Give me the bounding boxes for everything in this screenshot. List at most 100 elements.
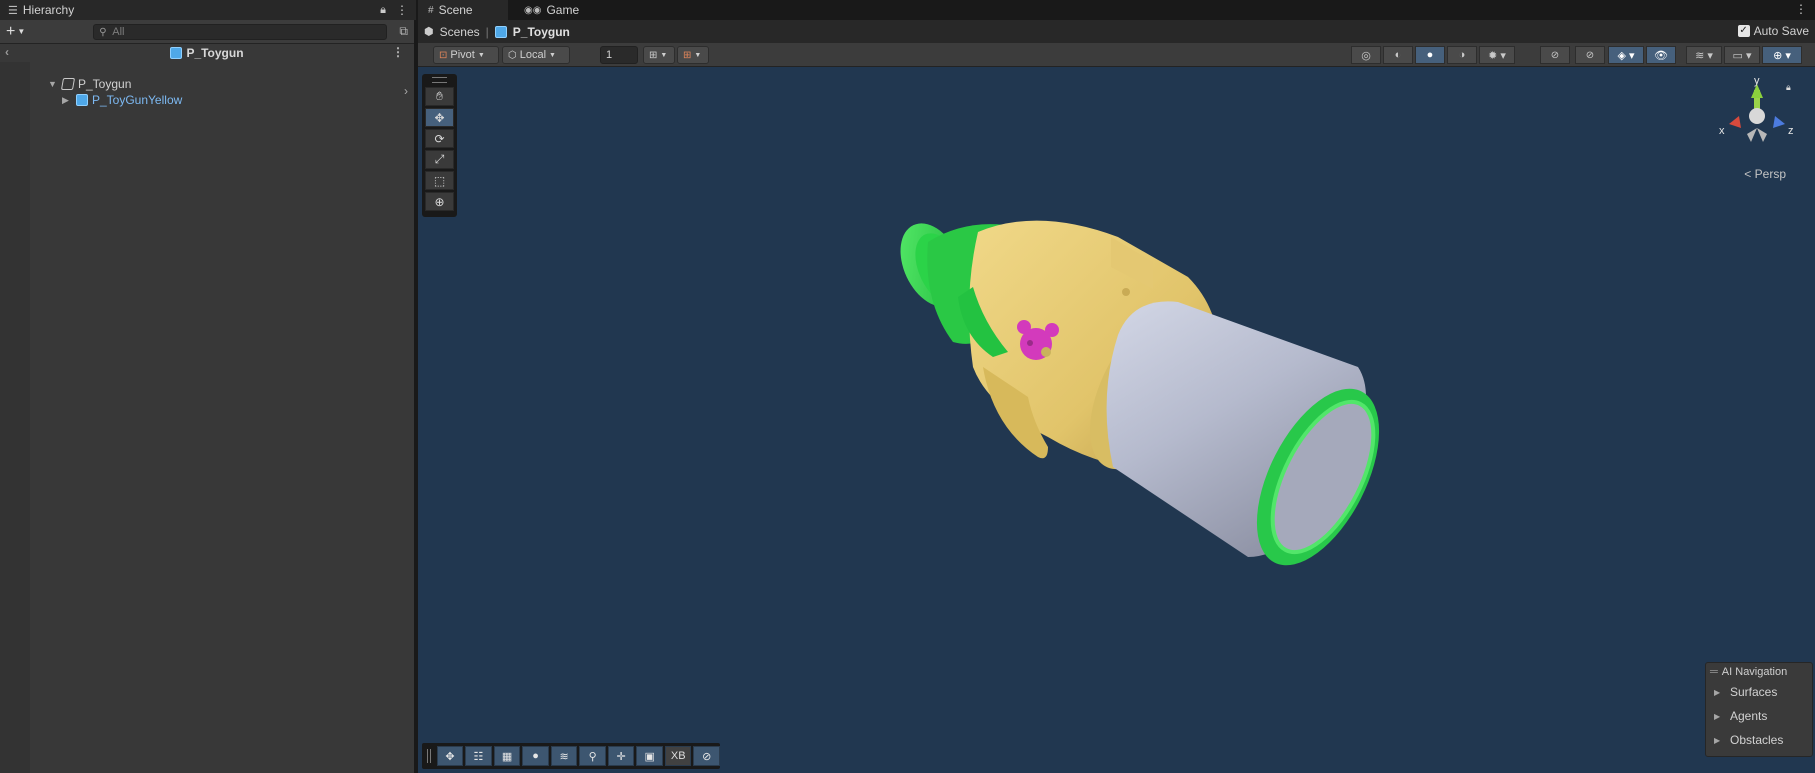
- nub-dot: [1122, 288, 1130, 296]
- grid-icon: ▦: [501, 750, 513, 763]
- grid-size-input[interactable]: 1: [600, 46, 638, 64]
- ai-nav-item-surfaces[interactable]: ▶ Surfaces: [1706, 680, 1812, 704]
- add-button[interactable]: + ▼: [6, 23, 25, 41]
- toolbar-grip[interactable]: [427, 749, 431, 763]
- xb-overlay-button[interactable]: XB: [664, 746, 692, 766]
- scale-tool[interactable]: ⤢: [425, 150, 454, 169]
- pivot-overlay-button[interactable]: ✛: [607, 746, 635, 766]
- expand-arrow-icon[interactable]: ▶: [1714, 688, 1724, 697]
- chevron-right-icon[interactable]: ›: [404, 84, 408, 98]
- move-icon: ✥: [434, 110, 445, 125]
- more-icon[interactable]: ⋮: [392, 45, 404, 59]
- expand-arrow-icon[interactable]: ▶: [1714, 736, 1724, 745]
- wireframe-shading-button[interactable]: ◎: [1351, 46, 1381, 64]
- transform-tool[interactable]: ⊕: [425, 192, 454, 211]
- ai-nav-item-agents[interactable]: ▶ Agents: [1706, 704, 1812, 728]
- sphere-overlay-button[interactable]: ●: [522, 746, 549, 766]
- back-icon[interactable]: ‹: [5, 45, 9, 59]
- unlit-button[interactable]: ◑: [1447, 46, 1477, 64]
- effects-dropdown[interactable]: ◈ ▾: [1608, 46, 1644, 64]
- space-label: Local: [519, 49, 547, 61]
- audio-toggle-button[interactable]: ⊘: [1575, 46, 1605, 64]
- grid-snap-dropdown[interactable]: ⊞ ▼: [643, 46, 675, 64]
- increment-snap-dropdown[interactable]: ⊞ ▼: [677, 46, 709, 64]
- more-icon[interactable]: ⋮: [396, 3, 408, 17]
- lock-icon[interactable]: 🔒︎: [380, 4, 386, 17]
- crosshair-icon: ✛: [616, 750, 626, 763]
- hand-tool[interactable]: ✋︎: [425, 87, 454, 106]
- ai-navigation-header[interactable]: ═ AI Navigation: [1706, 663, 1812, 680]
- rotate-tool[interactable]: ⟳: [425, 129, 454, 148]
- checkbox-icon[interactable]: ✓: [1737, 25, 1750, 37]
- ai-nav-item-obstacles[interactable]: ▶ Obstacles: [1706, 728, 1812, 752]
- pivot-icon: ⊡: [439, 49, 448, 61]
- unlit-icon: ◑: [1458, 49, 1466, 61]
- xb-label: XB: [670, 750, 686, 762]
- scenes-icon: ⬢: [424, 26, 434, 38]
- settings-overlay-button[interactable]: ☷: [465, 746, 492, 766]
- tab-hierarchy-label: Hierarchy: [22, 3, 75, 17]
- tab-hierarchy[interactable]: ☰ Hierarchy: [0, 0, 416, 20]
- search-field[interactable]: ⚲: [93, 23, 388, 40]
- rect-icon: ⬚: [433, 173, 446, 188]
- move-overlay-button[interactable]: ✥: [436, 746, 464, 766]
- layers-icon: ≋: [559, 750, 569, 763]
- palette-grip[interactable]: [432, 77, 447, 83]
- chevron-down-icon: ▼: [549, 51, 556, 59]
- grid-overlay-button[interactable]: ▦: [493, 746, 521, 766]
- shaded-wireframe-button[interactable]: ◐: [1383, 46, 1413, 64]
- shaded-button[interactable]: ●: [1415, 46, 1445, 64]
- breadcrumb-separator: |: [485, 24, 489, 39]
- scene-tabbar: # Scene ◉◉ Game ⋮: [418, 0, 1815, 20]
- tab-scene-label: Scene: [438, 3, 473, 17]
- rect-tool[interactable]: ⬚: [425, 171, 454, 190]
- projection-label: Persp: [1754, 167, 1786, 181]
- scene-toolbar: ⊡ Pivot ▼ ⬡ Local ▼ 1 ⊞ ▼ ⊞ ▼ ◎ ◐ ● ◑ ✹ …: [418, 43, 1815, 67]
- hierarchy-toolbar: + ▼ ⚲ ⧉: [0, 20, 414, 44]
- camera-overlay-button[interactable]: ▣: [636, 746, 663, 766]
- 2d-toggle-button[interactable]: ⊘: [1540, 46, 1570, 64]
- tab-scene[interactable]: # Scene: [418, 0, 508, 20]
- prefab-icon: [76, 94, 88, 106]
- space-dropdown[interactable]: ⬡ Local ▼: [502, 46, 570, 64]
- local-space-icon: ⬡: [508, 49, 517, 61]
- ai-nav-item-label: Surfaces: [1730, 685, 1778, 699]
- gameobject-icon: [60, 78, 76, 90]
- more-icon[interactable]: ⋮: [1795, 2, 1807, 16]
- projection-toggle[interactable]: < Persp: [1744, 167, 1786, 181]
- tab-game[interactable]: ◉◉ Game: [514, 0, 589, 20]
- prefab-icon: [170, 47, 183, 59]
- layers-icon: ≋ ▾: [1695, 49, 1713, 62]
- gizmos-dropdown[interactable]: ⊕ ▾: [1762, 46, 1802, 64]
- scale-icon: ⤢: [434, 152, 445, 166]
- scene-viewport[interactable]: ✋︎ ✥ ⟳ ⤢ ⬚ ⊕ y x z 🔒︎ < Persp ═ AI Navig…: [418, 67, 1815, 773]
- collapse-arrow-icon[interactable]: ▶: [62, 95, 72, 106]
- tree-item-child[interactable]: ▶ P_ToyGunYellow: [62, 92, 182, 108]
- debug-draw-dropdown[interactable]: ✹ ▾: [1479, 46, 1515, 64]
- orientation-gizmo[interactable]: y x z 🔒︎: [1717, 76, 1797, 151]
- tree-item-label: P_ToyGunYellow: [92, 93, 183, 107]
- chevron-down-icon: ▼: [660, 51, 668, 59]
- expand-arrow-icon[interactable]: ▼: [48, 79, 58, 89]
- visibility-button[interactable]: 👁︎: [1646, 46, 1676, 64]
- effects-icon: ◈ ▾: [1617, 49, 1635, 62]
- scene-title: P_Toygun: [186, 46, 244, 60]
- search-icon: ⚲: [588, 750, 597, 763]
- pivot-dropdown[interactable]: ⊡ Pivot ▼: [433, 46, 499, 64]
- toy-gun-model[interactable]: [418, 67, 1815, 773]
- search-options-icon[interactable]: ⧉: [399, 24, 408, 39]
- layers-dropdown[interactable]: ≋ ▾: [1686, 46, 1722, 64]
- tree-item-root[interactable]: ▼ P_Toygun: [48, 76, 131, 92]
- expand-arrow-icon[interactable]: ▶: [1714, 712, 1724, 721]
- search-overlay-button[interactable]: ⚲: [579, 746, 606, 766]
- search-input[interactable]: [112, 25, 387, 38]
- move-tool[interactable]: ✥: [425, 108, 454, 127]
- camera-dropdown[interactable]: ▭ ▾: [1724, 46, 1760, 64]
- auto-save-toggle[interactable]: ✓ Auto Save: [1737, 24, 1809, 38]
- compass-overlay-button[interactable]: ⊘: [693, 746, 720, 766]
- layers-overlay-button[interactable]: ≋: [550, 746, 578, 766]
- breadcrumb-current[interactable]: P_Toygun: [513, 25, 570, 39]
- 2d-icon: ⊘: [1550, 49, 1560, 61]
- breadcrumb-scenes[interactable]: Scenes: [440, 25, 480, 39]
- gizmo-lock-icon: 🔒︎: [1786, 83, 1791, 93]
